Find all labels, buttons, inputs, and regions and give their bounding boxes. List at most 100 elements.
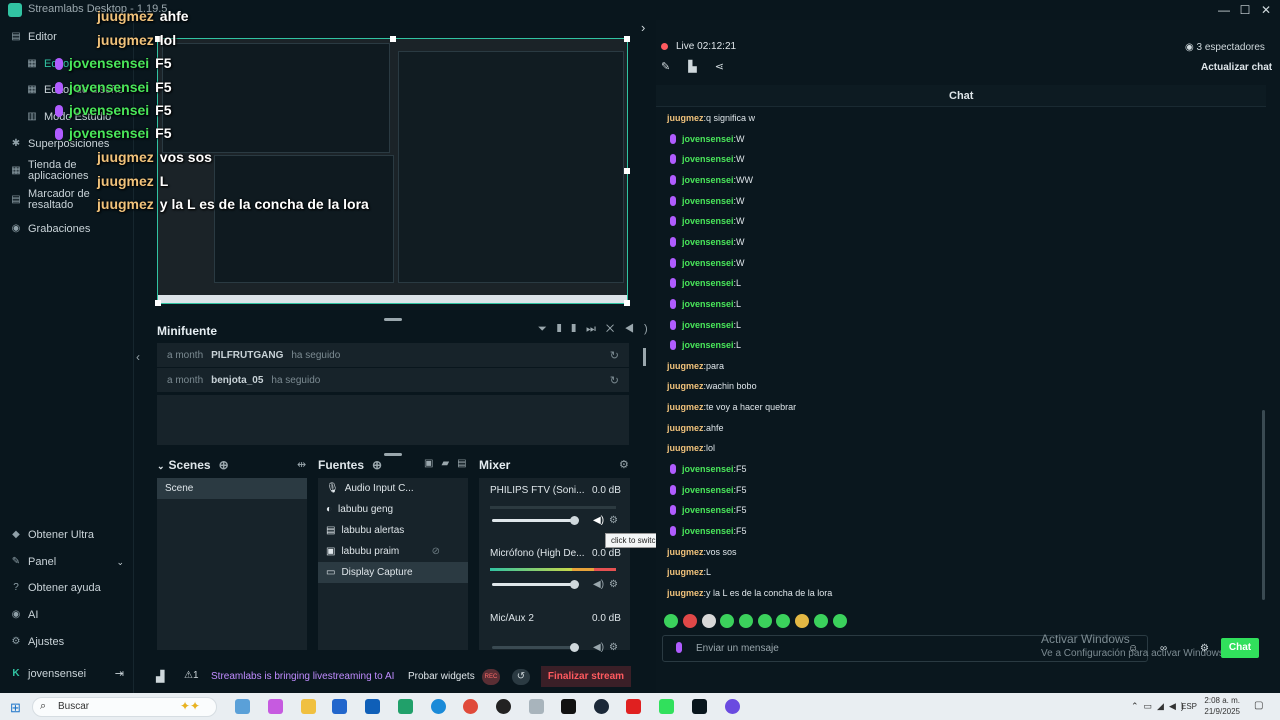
clock-date[interactable]: 21/9/2025: [1202, 707, 1240, 716]
channel-gear-icon[interactable]: ⚙: [609, 642, 618, 653]
filter-icon[interactable]: ⏷: [538, 323, 557, 335]
send-chat-button[interactable]: Chat: [1221, 638, 1259, 658]
volume-slider-knob[interactable]: [570, 516, 579, 525]
chat-username[interactable]: juugmez: [667, 443, 704, 453]
nav-editor-header[interactable]: ▤ Editor: [10, 31, 56, 43]
emote-icon[interactable]: [702, 614, 716, 628]
close-icon[interactable]: ✕: [1258, 2, 1274, 18]
source-item[interactable]: ▭ Display Capture: [318, 562, 468, 583]
channel-gear-icon[interactable]: ⚙: [609, 515, 618, 526]
windows-start-icon[interactable]: ⊞: [10, 700, 21, 716]
logout-icon[interactable]: ⇥: [115, 667, 124, 680]
nav-user[interactable]: Kjovensensei ⇥: [10, 667, 124, 681]
language-indicator[interactable]: ESP: [1181, 702, 1197, 711]
scene-transition-icon[interactable]: ⇹: [297, 458, 306, 471]
chat-username[interactable]: jovensensei: [682, 340, 734, 350]
speaker-icon[interactable]: ◀): [593, 642, 604, 653]
scene-item[interactable]: Scene: [157, 478, 307, 499]
taskbar-search-label[interactable]: Buscar: [58, 701, 89, 712]
source-item[interactable]: ▣ labubu praim ⊘: [318, 541, 468, 562]
copilot-icon[interactable]: [268, 699, 283, 714]
chat-username[interactable]: jovensensei: [682, 278, 734, 288]
clock-time[interactable]: 2:08 a. m.: [1204, 696, 1240, 705]
emote-icon[interactable]: [720, 614, 734, 628]
chat-username[interactable]: jovensensei: [682, 485, 734, 495]
speaker-icon[interactable]: ◀): [593, 579, 604, 590]
chevron-right-icon[interactable]: ›: [641, 20, 645, 35]
test-widgets-button[interactable]: Probar widgets: [408, 671, 475, 682]
chat-gear-icon[interactable]: ⚙: [1200, 643, 1209, 654]
resize-handle[interactable]: [384, 318, 402, 321]
minimize-icon[interactable]: —: [1216, 2, 1232, 18]
message-input[interactable]: Enviar un mensaje: [696, 643, 779, 654]
edit-icon[interactable]: ✎: [661, 61, 688, 73]
record-button[interactable]: REC: [482, 669, 500, 685]
volume-slider-track[interactable]: [492, 646, 576, 649]
nav-item-recordings[interactable]: ◉ Grabaciones: [10, 223, 91, 235]
collapse-left-icon[interactable]: ‹: [136, 350, 140, 364]
speaker-icon[interactable]: ◀): [593, 515, 604, 526]
volume-slider-knob[interactable]: [570, 580, 579, 589]
nav-get-ultra[interactable]: ◆ Obtener Ultra: [10, 529, 94, 541]
dashboard-icon[interactable]: ▙: [688, 61, 714, 73]
hidden-eye-icon[interactable]: ⊘: [432, 546, 440, 557]
emote-icon[interactable]: [814, 614, 828, 628]
mute-alerts-icon[interactable]: ✕: [606, 323, 624, 335]
source-item[interactable]: ◐ labubu geng: [318, 499, 468, 520]
maximize-icon[interactable]: ☐: [1237, 2, 1253, 18]
xbox-icon[interactable]: [398, 699, 413, 714]
share-icon[interactable]: ⋖: [715, 61, 742, 73]
skip-icon[interactable]: ⏭: [586, 323, 606, 335]
chat-username[interactable]: juugmez: [667, 361, 704, 371]
chat-username[interactable]: jovensensei: [682, 196, 734, 206]
source-item[interactable]: ▤ labubu alertas: [318, 520, 468, 541]
emote-icon[interactable]: [833, 614, 847, 628]
emote-icon[interactable]: [776, 614, 790, 628]
chat-username[interactable]: jovensensei: [682, 154, 734, 164]
add-scene-icon[interactable]: ⊕: [219, 458, 229, 472]
chat-username[interactable]: jovensensei: [682, 464, 734, 474]
news-marquee[interactable]: Streamlabs is bringing livestreaming to …: [207, 668, 397, 685]
chat-username[interactable]: jovensensei: [682, 175, 734, 185]
chevron-down-icon[interactable]: ⌄: [157, 461, 165, 471]
chat-username[interactable]: juugmez: [667, 567, 704, 577]
emote-icon[interactable]: [683, 614, 697, 628]
steam-icon[interactable]: [594, 699, 609, 714]
edge-icon[interactable]: [431, 699, 446, 714]
mixer-settings-icon[interactable]: ⚙: [619, 458, 629, 471]
volume-slider-knob[interactable]: [570, 643, 579, 652]
chat-username[interactable]: jovensensei: [682, 505, 734, 515]
nav-panel[interactable]: ✎ Panel ⌄: [10, 556, 124, 568]
nav-item-highlighter[interactable]: ▤ Marcador de resaltado: [10, 189, 90, 211]
group-icon[interactable]: ▣: [424, 458, 441, 469]
nav-get-help[interactable]: ? Obtener ayuda: [10, 582, 101, 594]
outlook-icon[interactable]: [365, 699, 380, 714]
chat-username[interactable]: jovensensei: [682, 526, 734, 536]
capcut-icon[interactable]: [561, 699, 576, 714]
chrome-icon[interactable]: [463, 699, 478, 714]
refresh-chat-button[interactable]: Actualizar chat: [1201, 62, 1272, 73]
chat-username[interactable]: juugmez: [667, 402, 704, 412]
emoji-icon[interactable]: ☺: [1128, 643, 1138, 654]
replay-buffer-icon[interactable]: ↺: [512, 669, 530, 685]
nav-item-app-store[interactable]: ▦ Tienda de aplicaciones: [10, 160, 88, 182]
kick-icon[interactable]: [659, 699, 674, 714]
replay-icon[interactable]: ↻: [610, 349, 619, 362]
youtube-icon[interactable]: [626, 699, 641, 714]
volume-icon[interactable]: ◀): [624, 323, 657, 335]
resize-handle[interactable]: [384, 453, 402, 456]
chat-username[interactable]: juugmez: [667, 547, 704, 557]
chat-username[interactable]: jovensensei: [682, 320, 734, 330]
splitter-handle[interactable]: [643, 348, 646, 366]
chat-username[interactable]: jovensensei: [682, 237, 734, 247]
alert-count[interactable]: ⚠1: [184, 670, 199, 681]
chat-username[interactable]: jovensensei: [682, 134, 734, 144]
chat-username[interactable]: juugmez: [667, 588, 704, 598]
discord-icon[interactable]: [725, 699, 740, 714]
pause-icon[interactable]: ❚❚: [557, 323, 586, 335]
app-icon[interactable]: [529, 699, 544, 714]
file-explorer-icon[interactable]: [301, 699, 316, 714]
streamlabs-taskbar-icon[interactable]: [692, 699, 707, 714]
replay-icon[interactable]: ↻: [610, 374, 619, 387]
add-source-icon[interactable]: ⊕: [372, 458, 382, 472]
